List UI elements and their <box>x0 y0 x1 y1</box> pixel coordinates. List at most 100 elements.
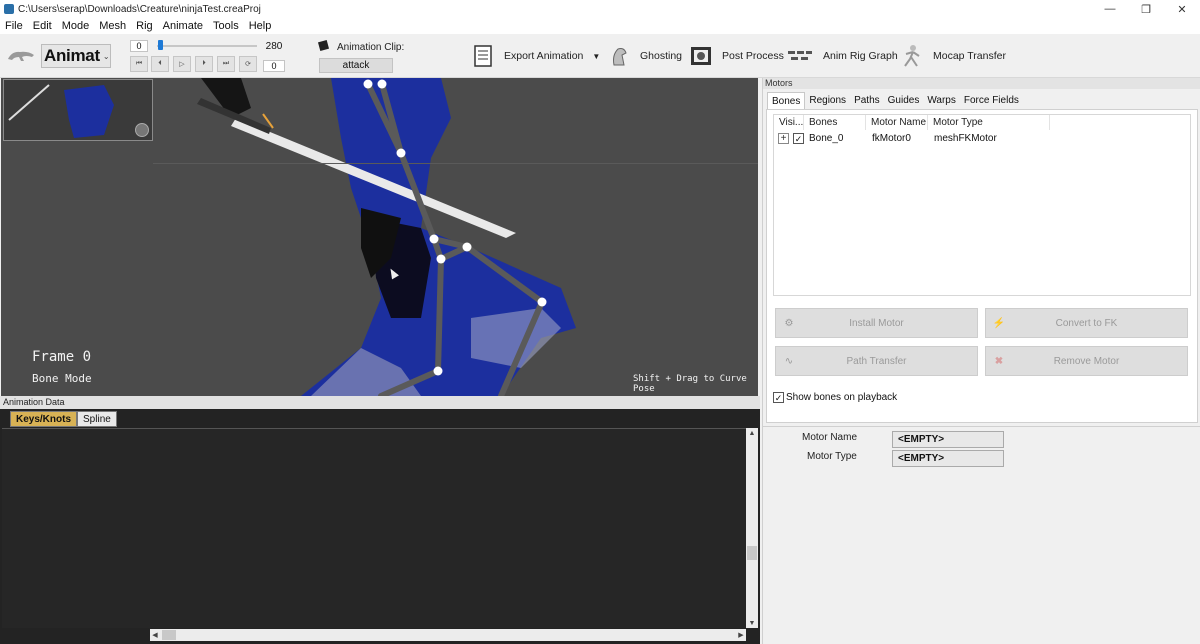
vertical-scrollbar[interactable]: ▲ ▼ <box>746 428 758 628</box>
menu-edit[interactable]: Edit <box>28 20 57 32</box>
vertical-scroll-thumb[interactable] <box>747 546 757 560</box>
remove-motor-button[interactable]: ✖ Remove Motor <box>985 346 1188 376</box>
tab-regions[interactable]: Regions <box>805 92 850 109</box>
ground-line <box>153 163 758 164</box>
tab-warps[interactable]: Warps <box>923 92 960 109</box>
current-frame-field[interactable]: 0 <box>263 60 285 72</box>
install-motor-button[interactable]: ⚙ Install Motor <box>775 308 978 338</box>
scene-viewport[interactable]: Frame 0 Bone Mode Shift + Drag to Curve … <box>1 78 758 396</box>
scroll-up-icon[interactable]: ▲ <box>746 428 758 438</box>
prev-frame-button[interactable]: ⏴ <box>151 56 169 72</box>
column-motor-name[interactable]: Motor Name <box>866 115 928 130</box>
motors-tabs: Bones Regions Paths Guides Warps Force F… <box>767 92 1023 109</box>
export-dropdown-icon[interactable]: ▼ <box>592 52 600 61</box>
post-process-button[interactable]: Post Process <box>690 43 784 69</box>
window-title: C:\Users\serap\Downloads\Creature\ninjaT… <box>18 3 261 15</box>
animation-clip-label: Animation Clip: <box>337 42 405 53</box>
bones-tree[interactable]: Visi... Bones Motor Name Motor Type + ✓ … <box>773 114 1191 296</box>
end-frame-label: 280 <box>265 40 283 52</box>
anim-rig-graph-label: Anim Rig Graph <box>823 50 898 62</box>
animation-data-header: Animation Data <box>0 396 760 409</box>
restore-icon[interactable]: ❐ <box>1128 0 1164 18</box>
anim-rig-graph-button[interactable]: Anim Rig Graph <box>787 43 898 69</box>
convert-to-fk-button[interactable]: ⚡ Convert to FK <box>985 308 1188 338</box>
animation-data-tabs: Keys/Knots Spline <box>10 411 117 427</box>
remove-motor-label: Remove Motor <box>1053 355 1120 367</box>
mode-dropdown[interactable]: Animat ⌄ <box>41 44 111 68</box>
menu-bar: File Edit Mode Mesh Rig Animate Tools He… <box>0 18 1200 34</box>
motors-panel: Motors Bones Regions Paths Guides Warps … <box>762 78 1200 644</box>
first-frame-button[interactable]: ⏮ <box>130 56 148 72</box>
next-frame-button[interactable]: ⏵ <box>195 56 213 72</box>
scroll-down-icon[interactable]: ▼ <box>746 618 758 628</box>
tab-bones[interactable]: Bones <box>767 92 806 109</box>
menu-help[interactable]: Help <box>244 20 277 32</box>
horizontal-scrollbar[interactable]: ◀ ▶ <box>150 629 746 641</box>
column-bones[interactable]: Bones <box>804 115 866 130</box>
viewport-hint: Shift + Drag to Curve Pose <box>633 374 747 394</box>
bone-visible-checkbox[interactable]: ✓ <box>793 133 804 144</box>
start-frame-field[interactable]: 0 <box>130 40 148 52</box>
menu-animate[interactable]: Animate <box>158 20 208 32</box>
table-row[interactable]: + ✓ Bone_0 fkMotor0 meshFKMotor <box>774 131 997 146</box>
animation-clip-selector[interactable]: attack <box>319 58 393 73</box>
timeline-slider-handle[interactable] <box>158 40 163 50</box>
timeline-slider-track[interactable] <box>157 45 257 47</box>
export-animation-button[interactable]: Export Animation ▼ <box>472 43 600 69</box>
mode-indicator: Bone Mode <box>32 372 92 385</box>
close-icon[interactable]: ✕ <box>1164 0 1200 18</box>
convert-to-fk-label: Convert to FK <box>1055 317 1118 329</box>
motor-name-field[interactable]: <EMPTY> <box>892 431 1004 448</box>
keys-editor[interactable] <box>2 428 746 628</box>
minimize-icon[interactable]: — <box>1092 0 1128 18</box>
menu-file[interactable]: File <box>0 20 28 32</box>
ghost-icon <box>608 45 630 67</box>
export-icon <box>472 45 494 67</box>
loop-button[interactable]: ⟳ <box>239 56 257 72</box>
scroll-right-icon[interactable]: ▶ <box>736 629 746 641</box>
scroll-left-icon[interactable]: ◀ <box>150 629 160 641</box>
step-back-icon: ⏴ <box>158 60 162 67</box>
motor-type-field[interactable]: <EMPTY> <box>892 450 1004 467</box>
mocap-figure-icon <box>901 45 923 67</box>
tab-keys-knots[interactable]: Keys/Knots <box>10 411 78 427</box>
ghosting-button[interactable]: Ghosting <box>608 43 682 69</box>
last-frame-button[interactable]: ⏭ <box>217 56 235 72</box>
tab-guides[interactable]: Guides <box>884 92 924 109</box>
skip-end-icon: ⏭ <box>222 60 230 67</box>
menu-mode[interactable]: Mode <box>57 20 95 32</box>
expand-icon[interactable]: + <box>778 133 789 144</box>
show-bones-checkbox[interactable]: ✓ <box>773 392 784 403</box>
convert-fk-icon: ⚡ <box>992 317 1006 329</box>
lock-icon[interactable] <box>135 123 149 137</box>
path-curve-icon: ∿ <box>784 355 794 367</box>
path-transfer-button[interactable]: ∿ Path Transfer <box>775 346 978 376</box>
menu-tools[interactable]: Tools <box>208 20 244 32</box>
path-transfer-label: Path Transfer <box>846 355 907 367</box>
show-bones-label: Show bones on playback <box>786 392 898 403</box>
motor-type-label: Motor Type <box>807 451 857 462</box>
tab-paths[interactable]: Paths <box>850 92 884 109</box>
tab-force-fields[interactable]: Force Fields <box>960 92 1023 109</box>
camera-preview-thumbnail[interactable] <box>3 79 153 141</box>
step-forward-icon: ⏵ <box>202 60 206 67</box>
menu-mesh[interactable]: Mesh <box>94 20 131 32</box>
panel-divider <box>763 426 1200 427</box>
tab-spline[interactable]: Spline <box>77 411 117 427</box>
play-button[interactable]: ▷ <box>173 56 191 72</box>
motor-name-label: Motor Name <box>802 432 858 443</box>
horizontal-scroll-thumb[interactable] <box>162 630 176 640</box>
skip-start-icon: ⏮ <box>135 60 143 67</box>
chevron-down-icon: ⌄ <box>102 51 110 61</box>
mocap-transfer-button[interactable]: Mocap Transfer <box>901 43 1006 69</box>
install-motor-label: Install Motor <box>849 317 904 329</box>
graph-icon <box>787 45 813 67</box>
column-motor-type[interactable]: Motor Type <box>928 115 1050 130</box>
show-bones-option[interactable]: ✓ Show bones on playback <box>773 392 897 403</box>
menu-rig[interactable]: Rig <box>131 20 158 32</box>
bones-tab-page: Visi... Bones Motor Name Motor Type + ✓ … <box>766 109 1198 423</box>
tree-header: Visi... Bones Motor Name Motor Type <box>774 115 1190 130</box>
ghosting-label: Ghosting <box>640 50 683 62</box>
column-visible[interactable]: Visi... <box>774 115 804 130</box>
motors-header: Motors <box>763 78 1200 89</box>
